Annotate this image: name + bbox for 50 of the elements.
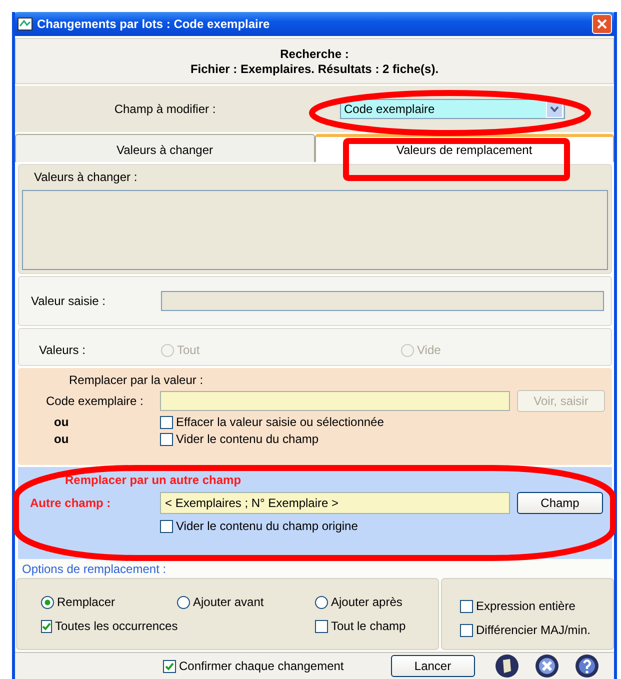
checkbox-label: Confirmer chaque changement (179, 659, 344, 674)
checkbox-label: Effacer la valeur saisie ou sélectionnée (176, 415, 384, 430)
close-icon[interactable] (534, 654, 559, 678)
radio-label: Remplacer (57, 595, 116, 610)
radio-button[interactable] (177, 596, 190, 609)
tab[interactable]: Valeurs à changer (15, 134, 314, 162)
window-title: Changements par lots : Code exemplaire (37, 17, 270, 31)
field-label: Champ à modifier : (113, 102, 217, 116)
checkbox[interactable] (160, 520, 173, 533)
radio-button[interactable] (41, 596, 54, 609)
checkbox-label: Vider le contenu du champ origine (176, 519, 358, 534)
checkbox[interactable] (160, 432, 173, 446)
section-title: Remplacer par un autre champ (64, 473, 242, 488)
app-icon (17, 16, 33, 32)
checkbox-label: Toutes les occurrences (55, 619, 178, 634)
launch-button[interactable]: Lancer (390, 655, 475, 678)
checkbox-label: Expression entière (476, 599, 576, 614)
field-button[interactable]: Champ (517, 492, 603, 514)
help-icon[interactable] (574, 654, 599, 678)
group-title: Valeurs à changer : (33, 170, 138, 186)
checkbox[interactable] (163, 660, 176, 673)
radio-label: Tout (177, 343, 200, 358)
radio-button[interactable] (315, 596, 328, 609)
checkbox[interactable] (160, 416, 173, 429)
checkbox[interactable] (315, 620, 328, 633)
or-label: ou (53, 432, 70, 446)
input-field[interactable] (161, 291, 604, 312)
field-dropdown[interactable]: Code exemplaire (340, 99, 565, 120)
input-field[interactable]: < Exemplaires ; N° Exemplaire > (160, 492, 510, 514)
section-title: Remplacer par la valeur : (68, 373, 204, 388)
search-details: Fichier : Exemplaires. Résultats : 2 fiche(s). (190, 62, 439, 76)
checkbox[interactable] (41, 620, 52, 633)
input-field[interactable] (160, 391, 510, 412)
checkbox-label: Tout le champ (331, 619, 406, 634)
field-label: Autre champ : (29, 496, 112, 510)
field-label: Code exemplaire : (45, 394, 144, 408)
checkbox[interactable] (460, 624, 473, 637)
checkbox[interactable] (460, 600, 473, 613)
radio-label: Ajouter après (331, 595, 402, 610)
or-label: ou (53, 415, 70, 430)
radio-label: Vide (417, 343, 441, 358)
field-label: Valeur saisie : (31, 294, 106, 308)
checkbox-label: Vider le contenu du champ (176, 432, 319, 446)
field-label: Valeurs : (39, 343, 86, 358)
radio-label: Ajouter avant (193, 595, 264, 610)
group-title: Options de remplacement : (21, 562, 168, 578)
checkbox-label: Différencier MAJ/min. (476, 623, 590, 638)
close-button[interactable] (592, 14, 612, 34)
search-heading: Recherche : (280, 46, 349, 61)
book-icon[interactable] (494, 654, 519, 678)
